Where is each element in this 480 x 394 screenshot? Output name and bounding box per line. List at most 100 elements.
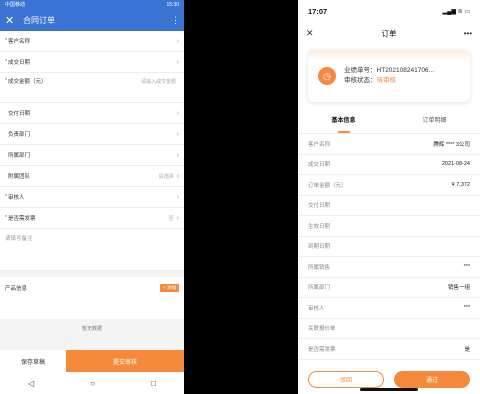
clock-text: 17:07 [308,6,328,16]
detail-label: 生效日期 [308,223,331,230]
order-form: * 客户名称 › * 成交日期 › * 成交金额（元） 请输入成交金额 交付日期 › 负责部门 › 所属部… [0,31,184,229]
order-info: 业绩单号：HT202108241706... 审核状态：待审核 [344,66,434,86]
product-label: 产品信息 [5,286,28,292]
submit-review-button[interactable]: 提交审核 [66,350,184,372]
tab-bar: 基本信息 订单明细 [298,112,480,134]
detail-row: 客户名称 腾辉 **** 3公司 [298,134,480,155]
form-row[interactable]: 附属团队 请选择 › [0,166,184,187]
remark-placeholder: 请填写备注 [5,236,33,242]
detail-row: 是否需发票 是 [298,339,480,360]
detail-label: 交付日期 [308,203,331,210]
form-label: 附属团队 [8,174,31,180]
form-row[interactable]: * 审核人 › [0,187,184,208]
clock-text: 15:30 [166,1,179,8]
system-nav-bar: ◁ ○ □ [0,372,184,394]
chevron-right-icon: › [176,193,179,201]
form-label: 负责部门 [8,132,31,138]
detail-value: *** [463,263,470,270]
detail-value: 是 [464,346,470,353]
form-label: 成交金额（元） [8,79,47,85]
chevron-right-icon: › [176,58,179,66]
nav-header: ✕ 订单 ••• [298,22,480,44]
detail-label: 到期日期 [308,244,331,251]
order-no-value: HT202108241706... [376,67,434,74]
status-bar: 中国移动 15:30 [0,0,184,9]
chevron-right-icon: › [176,151,179,159]
bottom-action-bar: 保存草稿 提交审核 [0,350,184,372]
review-status-value: 待审核 [376,77,397,84]
page-title: 合同订单 [23,15,55,25]
detail-label: 所属销售 [308,264,331,271]
chevron-right-icon: › [176,130,179,138]
product-section: 产品信息 + 添加 [0,277,184,319]
form-label: 交付日期 [8,111,31,117]
more-icon[interactable]: ••• [452,29,472,38]
add-product-button[interactable]: + 添加 [160,284,179,292]
order-no-label: 业绩单号： [344,67,377,74]
home-nav-icon[interactable]: ○ [90,379,95,388]
save-draft-button[interactable]: 保存草稿 [0,350,66,372]
form-row[interactable]: * 成交日期 › [0,52,184,73]
carrier-text: 中国移动 [5,2,26,8]
reject-button[interactable]: 驳回 [308,371,384,388]
chevron-right-icon: › [176,214,179,222]
form-label: 客户名称 [8,39,31,45]
detail-row: 关联报价单 [298,319,480,339]
form-label: 所属部门 [8,153,31,159]
form-row[interactable]: * 成交金额（元） 请输入成交金额 [0,73,184,103]
detail-label: 成交日期 [308,162,331,169]
close-icon[interactable]: ✕ [5,14,19,27]
close-icon[interactable]: ✕ [306,28,326,39]
detail-label: 订单金额（元） [308,182,347,189]
home-indicator [360,388,418,391]
detail-label: 是否需发票 [308,346,336,353]
form-value: 请输入成交金额 [140,79,176,85]
form-row[interactable]: * 是否需发票否 › [0,208,184,229]
form-row[interactable]: 交付日期 › [0,103,184,124]
form-row[interactable]: 所属部门 › [0,145,184,166]
chevron-right-icon: › [176,37,179,45]
more-icon[interactable]: ⋮ [171,15,180,26]
chevron-right-icon: › [176,172,179,180]
detail-label: 客户名称 [308,141,331,148]
detail-row: 审核人 *** [298,298,480,319]
form-label: 是否需发票 [8,216,36,222]
detail-label: 所属部门 [308,285,331,292]
right-phone-screen: 17:07 ▂▄▆ ≋ ▭ ✕ 订单 ••• ◷ 业绩单号：HT20210824… [298,0,480,394]
form-value: 否 [168,215,174,222]
remark-field[interactable]: 请填写备注 [0,229,184,271]
status-bar: 17:07 ▂▄▆ ≋ ▭ [298,0,480,22]
detail-row: 生效日期 [298,216,480,237]
form-label: 审核人 [8,195,25,201]
order-status-card: ◷ 业绩单号：HT202108241706... 审核状态：待审核 [308,50,470,102]
clock-icon: ◷ [318,67,336,85]
detail-row: 订单金额（元） ¥ 7,372 [298,175,480,196]
detail-row: 成交日期 2021-08-24 [298,155,480,175]
detail-row: 交付日期 [298,196,480,216]
form-row[interactable]: 负责部门 › [0,124,184,145]
form-row[interactable]: * 客户名称 › [0,31,184,52]
detail-value: 2021-08-24 [441,161,470,168]
approve-button[interactable]: 通过 [394,371,470,388]
detail-value: 销售一组 [447,285,470,292]
detail-row: 到期日期 [298,237,480,257]
detail-value: *** [463,304,470,311]
back-nav-icon[interactable]: ◁ [28,379,34,388]
detail-row: 所属部门 销售一组 [298,278,480,298]
recent-nav-icon[interactable]: □ [151,379,156,388]
chevron-right-icon: › [176,109,179,117]
empty-hint: 暂无数据 [81,326,102,332]
detail-label: 关联报价单 [308,326,336,333]
form-label: 成交日期 [8,60,31,66]
form-value: 请选择 [158,173,174,180]
page-title: 订单 [381,28,397,38]
detail-list: 客户名称 腾辉 **** 3公司成交日期 2021-08-24 订单金额（元） ¥ 7,… [298,134,480,360]
signal-battery-icon: ▂▄▆ ≋ ▭ [442,8,470,15]
detail-row: 所属销售 *** [298,257,480,278]
left-phone-screen: 中国移动 15:30 ✕ 合同订单 ⋮ * 客户名称 › * 成交日期 › * 成交金额（元）… [0,0,184,394]
detail-value: ¥ 7,372 [451,181,470,188]
review-status-label: 审核状态： [344,77,377,84]
tab-basic-info[interactable]: 基本信息 [298,112,389,133]
detail-value: 腾辉 **** 3公司 [433,141,470,148]
tab-order-details[interactable]: 订单明细 [389,112,480,133]
